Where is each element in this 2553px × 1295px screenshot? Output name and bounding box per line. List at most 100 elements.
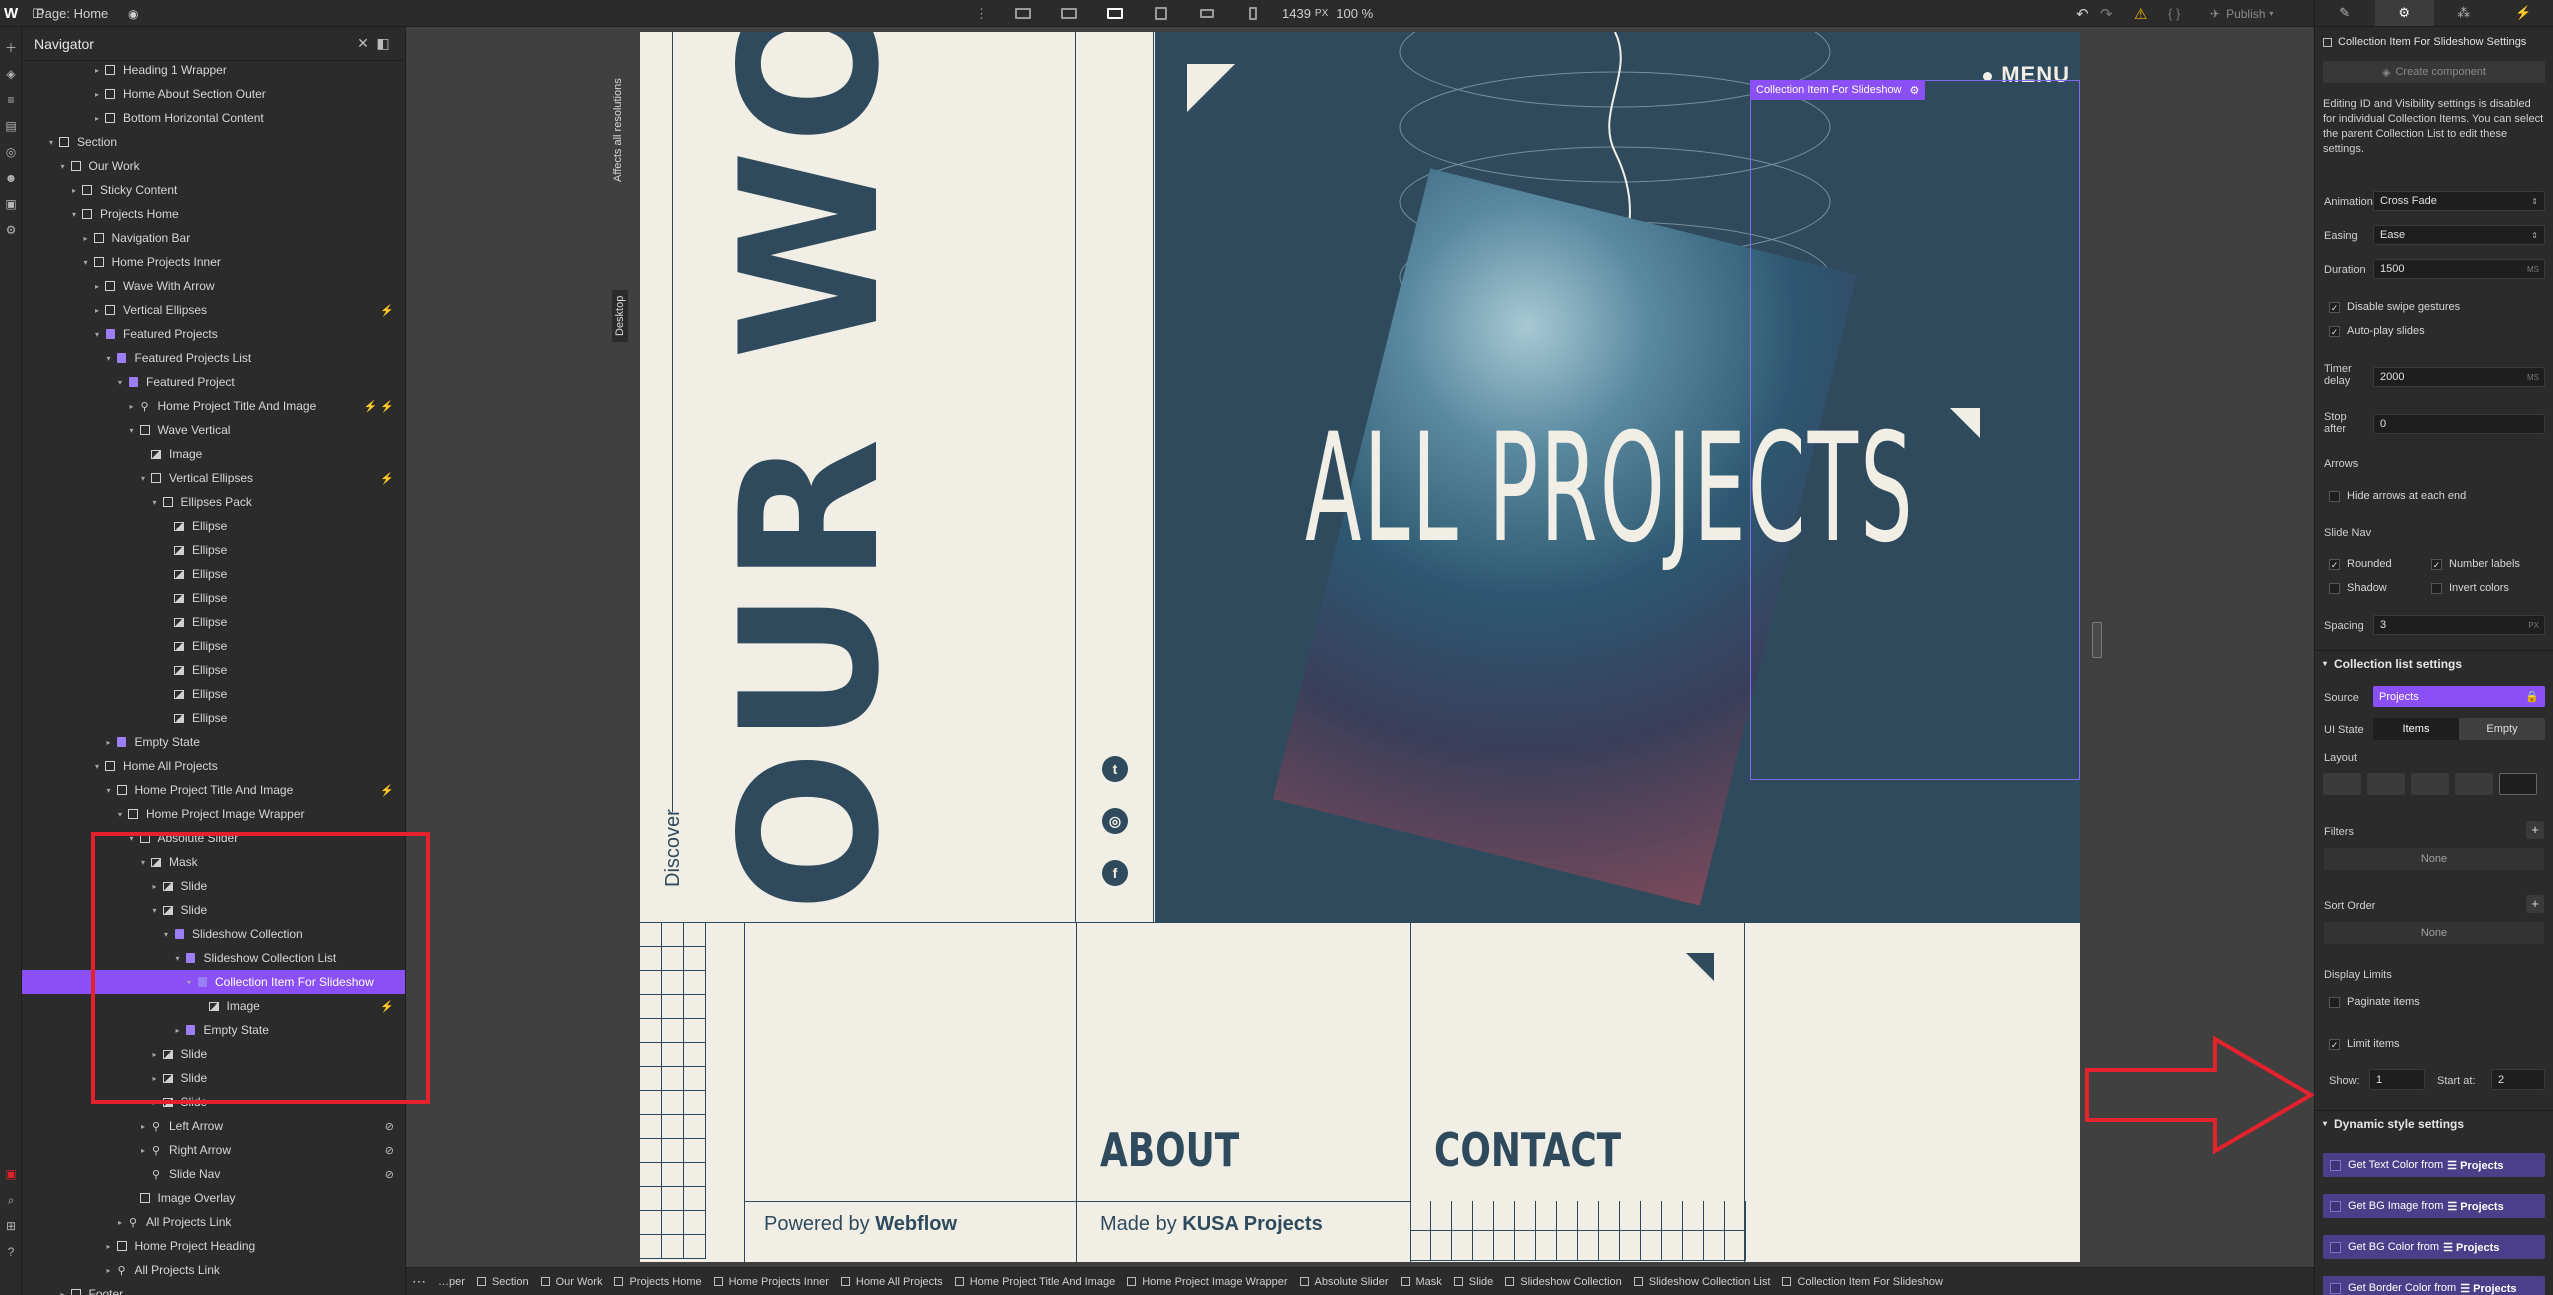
navigator-tree-row[interactable]: ▾ Home Project Image Wrapper xyxy=(22,802,405,826)
navigator-tree-row[interactable]: ▸ ⚲ All Projects Link xyxy=(22,1258,405,1282)
limit-items-checkbox[interactable]: ✓ Limit items xyxy=(2329,1038,2400,1050)
rounded-checkbox[interactable]: ✓ Rounded xyxy=(2329,558,2392,570)
dynamic-style-header[interactable]: ▾ Dynamic style settings xyxy=(2315,1110,2553,1136)
show-input[interactable]: 1 xyxy=(2369,1069,2425,1090)
warning-icon[interactable]: ⚠ xyxy=(2134,0,2147,27)
close-icon[interactable]: ✕ xyxy=(353,35,373,52)
settings-gear-icon[interactable]: ⚙ xyxy=(4,223,18,237)
caret-right-icon[interactable]: ▸ xyxy=(126,402,138,411)
discover-link[interactable]: Discover xyxy=(662,809,685,887)
navigator-tree-row[interactable]: ▸ Empty State xyxy=(22,730,405,754)
layout-list-icon[interactable] xyxy=(2499,773,2537,795)
breakpoint-desktop-icon[interactable] xyxy=(1102,4,1128,23)
symbols-icon[interactable]: ◈ xyxy=(4,67,18,81)
contact-link[interactable]: CONTACT xyxy=(1434,1123,1621,1177)
breadcrumb-item[interactable]: Absolute Slider xyxy=(1294,1276,1395,1288)
navigator-tree-row[interactable]: ▾ Home Projects Inner xyxy=(22,250,405,274)
navigator-tree-row[interactable]: Ellipse xyxy=(22,586,405,610)
site-page[interactable]: Discover OUR WORK t ◎ f ALL PROJECTS MEN… xyxy=(640,32,2080,1262)
apps-icon[interactable]: ⊞ xyxy=(4,1219,18,1233)
caret-down-icon[interactable]: ▾ xyxy=(103,354,115,363)
caret-right-icon[interactable]: ▸ xyxy=(103,1266,115,1275)
hidden-icon[interactable]: ⊘ xyxy=(385,1120,394,1133)
caret-down-icon[interactable]: ▾ xyxy=(149,498,161,507)
navigator-tree-row[interactable]: ▸ Footer xyxy=(22,1282,405,1295)
undo-icon[interactable]: ↶ xyxy=(2076,0,2089,27)
navigator-tree-row[interactable]: ▸ Sticky Content xyxy=(22,178,405,202)
width-readout[interactable]: 1439 xyxy=(1282,6,1311,21)
powered-by-credit[interactable]: Powered by Webflow xyxy=(764,1213,957,1236)
navigator-tree-row[interactable]: ▸ ⚲ Right Arrow ⊘ xyxy=(22,1138,405,1162)
navigator-tree-row[interactable]: ▾ Home Project Title And Image ⚡ xyxy=(22,778,405,802)
add-elements-icon[interactable]: ＋ xyxy=(4,41,18,55)
timer-delay-input[interactable]: 2000 MS xyxy=(2373,367,2545,387)
canvas-resize-handle[interactable] xyxy=(2092,622,2102,658)
navigator-tree-row[interactable]: ▸ Vertical Ellipses ⚡ xyxy=(22,298,405,322)
style-brush-icon[interactable]: ✎ xyxy=(2315,0,2375,26)
caret-right-icon[interactable]: ▸ xyxy=(80,234,92,243)
page-selector[interactable]: Page: Home xyxy=(36,0,108,27)
number-labels-checkbox[interactable]: ✓ Number labels xyxy=(2431,558,2520,570)
navigator-tree-row[interactable]: ▾ Featured Projects xyxy=(22,322,405,346)
navigator-tree-row[interactable]: Ellipse xyxy=(22,658,405,682)
made-by-credit[interactable]: Made by KUSA Projects xyxy=(1100,1213,1323,1236)
breakpoint-landscape-icon[interactable] xyxy=(1194,4,1220,23)
caret-down-icon[interactable]: ▾ xyxy=(68,210,80,219)
navigator-tree-row[interactable]: Ellipse xyxy=(22,514,405,538)
shadow-checkbox[interactable]: Shadow xyxy=(2329,582,2387,594)
more-icon[interactable]: ⋯ xyxy=(406,1273,432,1290)
breadcrumb-item[interactable]: Collection Item For Slideshow xyxy=(1776,1276,1949,1288)
caret-down-icon[interactable]: ▾ xyxy=(137,474,149,483)
breadcrumb-item[interactable]: Projects Home xyxy=(608,1276,707,1288)
users-icon[interactable]: ☻ xyxy=(4,171,18,185)
navigator-tree-row[interactable]: Ellipse xyxy=(22,682,405,706)
caret-right-icon[interactable]: ▸ xyxy=(91,90,103,99)
navigator-tree-row[interactable]: ▾ Home All Projects xyxy=(22,754,405,778)
navigator-tree-row[interactable]: ▾ Projects Home xyxy=(22,202,405,226)
breadcrumb-item[interactable]: Home Project Title And Image xyxy=(949,1276,1122,1288)
caret-right-icon[interactable]: ▸ xyxy=(91,66,103,75)
navigator-tree-row[interactable]: Ellipse xyxy=(22,706,405,730)
navigator-tree-row[interactable]: ▾ Featured Project xyxy=(22,370,405,394)
collection-list-settings-header[interactable]: ▾ Collection list settings xyxy=(2315,650,2553,676)
dynamic-border-color-row[interactable]: Get Border Color from ☰ Projects xyxy=(2323,1276,2545,1295)
interaction-bolt-icon[interactable]: ⚡ xyxy=(380,304,394,317)
hidden-icon[interactable]: ⊘ xyxy=(385,1168,394,1181)
caret-down-icon[interactable]: ▾ xyxy=(103,786,115,795)
facebook-icon[interactable]: f xyxy=(1102,860,1128,886)
ui-state-empty[interactable]: Empty xyxy=(2459,718,2545,740)
breadcrumb-item[interactable]: Section xyxy=(471,1276,535,1288)
publish-button[interactable]: Publish xyxy=(2226,7,2265,21)
breadcrumb-item[interactable]: Slide xyxy=(1448,1276,1499,1288)
cms-icon[interactable]: ◎ xyxy=(4,145,18,159)
navigator-tree-row[interactable]: ⚲ Slide Nav ⊘ xyxy=(22,1162,405,1186)
breakpoint-tablet-icon[interactable] xyxy=(1148,4,1174,23)
ui-state-items[interactable]: Items xyxy=(2373,718,2459,740)
layout-2-column-icon[interactable] xyxy=(2367,773,2405,795)
caret-right-icon[interactable]: ▸ xyxy=(91,306,103,315)
webflow-logo[interactable]: W xyxy=(4,0,18,27)
instagram-icon[interactable]: ◎ xyxy=(1102,808,1128,834)
navigator-tree-row[interactable]: ▾ Featured Projects List xyxy=(22,346,405,370)
navigator-tree-row[interactable]: ▸ Wave With Arrow xyxy=(22,274,405,298)
layout-1-column-icon[interactable] xyxy=(2323,773,2361,795)
hero-image-area[interactable]: ALL PROJECTS MENU Collection Item For Sl… xyxy=(1155,32,2080,922)
breakpoint-xl-icon[interactable] xyxy=(1010,4,1036,23)
caret-down-icon[interactable]: ▾ xyxy=(45,138,57,147)
easing-select[interactable]: Ease ⇕ xyxy=(2373,225,2545,245)
breadcrumb-item[interactable]: Slideshow Collection xyxy=(1499,1276,1628,1288)
autoplay-checkbox[interactable]: ✓ Auto-play slides xyxy=(2329,325,2425,337)
navigator-tree-row[interactable]: Ellipse xyxy=(22,562,405,586)
caret-down-icon[interactable]: ▾ xyxy=(126,426,138,435)
breadcrumb-item[interactable]: …per xyxy=(432,1276,471,1288)
disable-swipe-checkbox[interactable]: ✓ Disable swipe gestures xyxy=(2329,301,2460,313)
layout-3-column-icon[interactable] xyxy=(2411,773,2449,795)
selected-element-label[interactable]: Collection Item For Slideshow ⚙ xyxy=(1750,80,1926,100)
code-icon[interactable]: { } xyxy=(2168,0,2180,27)
style-manager-icon[interactable]: ⁂ xyxy=(2434,0,2494,26)
navigator-icon[interactable]: ≡ xyxy=(4,93,18,107)
navigator-tree-row[interactable]: Image Overlay xyxy=(22,1186,405,1210)
caret-down-icon[interactable]: ▾ xyxy=(80,258,92,267)
navigator-tree-row[interactable]: ▸ Navigation Bar xyxy=(22,226,405,250)
navigator-tree-row[interactable]: ▸ Bottom Horizontal Content xyxy=(22,106,405,130)
